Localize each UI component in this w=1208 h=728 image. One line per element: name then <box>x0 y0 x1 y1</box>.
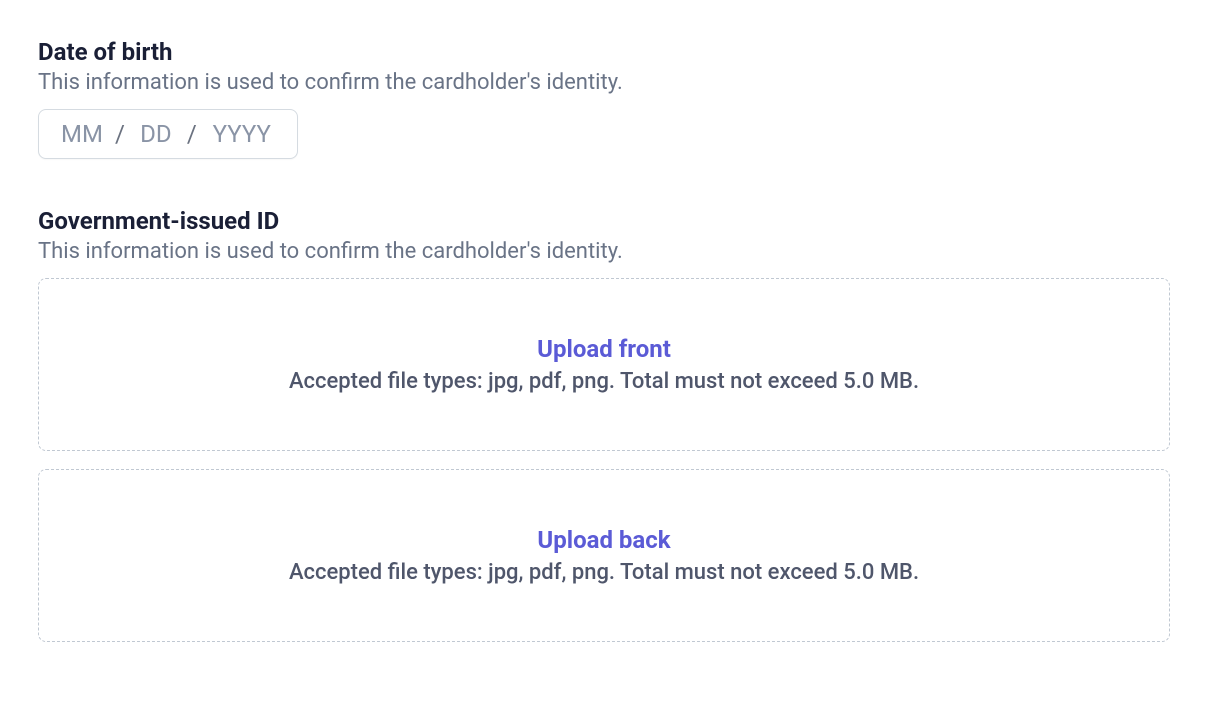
upload-front-label: Upload front <box>59 335 1149 363</box>
upload-back-hint: Accepted file types: jpg, pdf, png. Tota… <box>289 560 919 585</box>
dob-year-input[interactable] <box>207 120 277 148</box>
dob-title: Date of birth <box>38 38 1170 66</box>
dob-input-group: / / <box>38 109 298 159</box>
date-of-birth-section: Date of birth This information is used t… <box>38 38 1170 159</box>
dob-separator-1: / <box>105 120 135 148</box>
upload-front-box[interactable]: Upload front Accepted file types: jpg, p… <box>38 278 1170 451</box>
government-id-section: Government-issued ID This information is… <box>38 207 1170 642</box>
dob-separator-2: / <box>177 120 207 148</box>
upload-back-label: Upload back <box>59 526 1149 554</box>
id-title: Government-issued ID <box>38 207 1170 235</box>
dob-day-input[interactable] <box>135 120 177 148</box>
dob-month-input[interactable] <box>59 120 105 148</box>
upload-front-hint: Accepted file types: jpg, pdf, png. Tota… <box>289 369 919 394</box>
dob-description: This information is used to confirm the … <box>38 70 1170 95</box>
id-description: This information is used to confirm the … <box>38 239 1170 264</box>
upload-back-box[interactable]: Upload back Accepted file types: jpg, pd… <box>38 469 1170 642</box>
